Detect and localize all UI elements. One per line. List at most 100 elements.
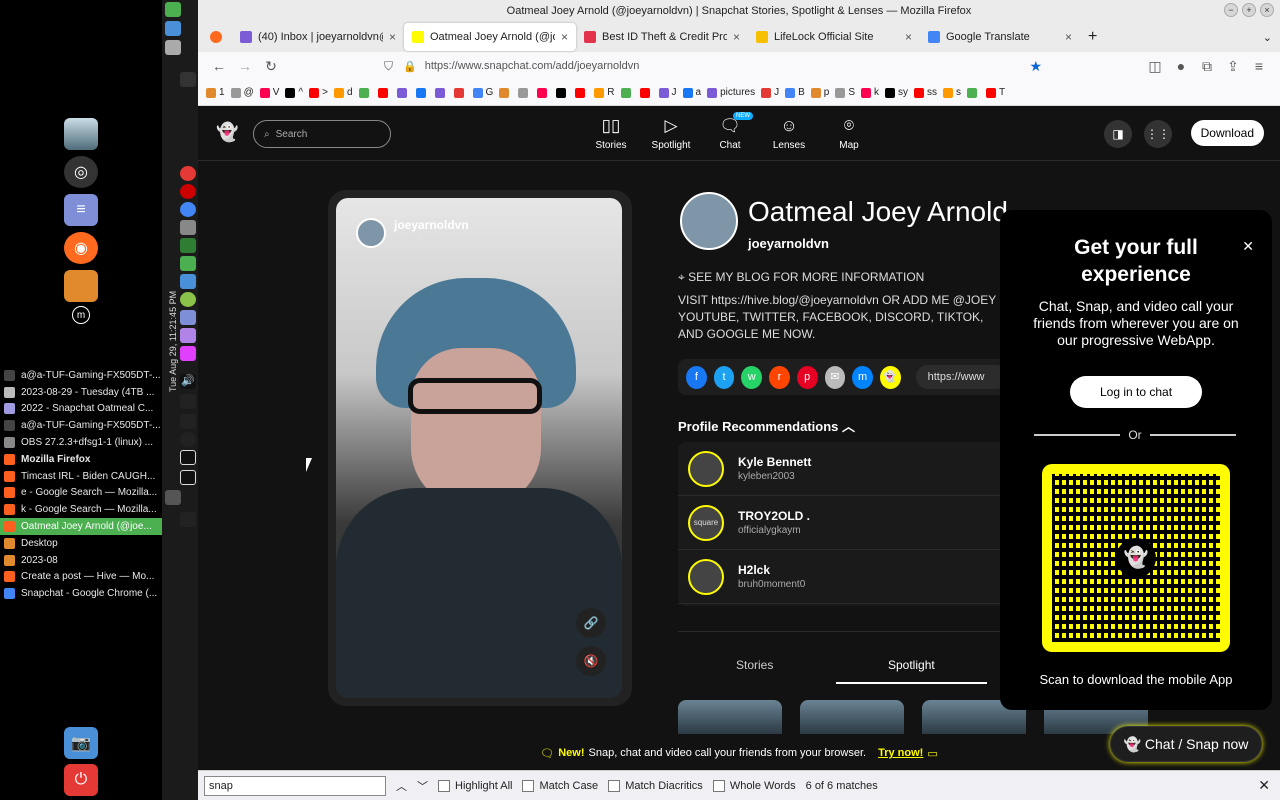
forward-icon[interactable]: → — [232, 58, 258, 74]
tray-icon[interactable] — [180, 292, 196, 307]
bookmark-item[interactable]: k — [861, 87, 879, 98]
camera-icon[interactable]: 📷 — [64, 727, 98, 759]
task-item[interactable]: Timcast IRL - Biden CAUGH... — [0, 468, 162, 485]
extensions-icon[interactable]: ⧉ — [1194, 58, 1220, 75]
bookmark-item[interactable]: V — [259, 87, 279, 98]
bookmark-item[interactable] — [499, 87, 512, 98]
bookmark-item[interactable] — [396, 87, 410, 98]
task-item[interactable]: e - Google Search — Mozilla... — [0, 485, 162, 502]
bookmark-item[interactable]: d — [333, 87, 353, 98]
chrome-icon[interactable] — [180, 202, 196, 217]
tab[interactable]: LifeLock Official Site × — [748, 23, 920, 51]
task-item[interactable]: Create a post — Hive — Mo... — [0, 569, 162, 586]
tab-spotlight[interactable]: Spotlight — [836, 658, 987, 684]
tab[interactable]: (40) Inbox | joeyarnoldvn@g × — [232, 23, 404, 51]
avatar[interactable] — [356, 218, 386, 248]
bookmark-item[interactable]: > — [309, 87, 328, 98]
email-icon[interactable]: ✉ — [824, 365, 846, 389]
close-tab-icon[interactable]: × — [899, 30, 912, 44]
recommendation-item[interactable]: square TROY2OLD . officialygkaym — [678, 496, 1008, 550]
bookmark-item[interactable]: @ — [230, 87, 254, 98]
download-button[interactable]: Download — [1190, 120, 1264, 146]
chat-snap-now-button[interactable]: 👻 Chat / Snap now — [1110, 726, 1262, 762]
nvidia-icon[interactable] — [180, 414, 196, 429]
download-icon[interactable] — [180, 274, 196, 289]
task-item[interactable]: 2022 - Snapchat Oatmeal C... — [0, 401, 162, 418]
bookmark-item[interactable]: R — [594, 87, 615, 98]
search-input[interactable]: ⌕ Search — [253, 120, 391, 148]
bookmark-item[interactable] — [358, 87, 372, 98]
window-icon[interactable] — [165, 21, 181, 36]
reddit-icon[interactable]: r — [769, 365, 790, 389]
bookmark-item[interactable] — [415, 87, 429, 98]
bookmark-item[interactable]: 1 — [206, 87, 225, 98]
back-icon[interactable]: ← — [206, 58, 232, 74]
nav-chat[interactable]: 🗨 Chat NEW — [705, 112, 755, 151]
firefox-view-tab[interactable] — [202, 23, 232, 51]
twitter-icon[interactable]: t — [713, 365, 735, 389]
spotlight-thumbnail[interactable] — [678, 700, 782, 734]
match-diacritics-checkbox[interactable]: Match Diacritics — [608, 779, 703, 792]
task-item[interactable]: 2023-08 — [0, 552, 162, 569]
close-tab-icon[interactable]: × — [727, 30, 740, 44]
clipboard-icon[interactable] — [180, 450, 196, 465]
bookmark-item[interactable] — [377, 87, 391, 98]
app-icon[interactable] — [165, 40, 181, 55]
tray-app-icon[interactable] — [180, 166, 196, 181]
battery-icon[interactable] — [180, 470, 196, 485]
close-icon[interactable]: × — [1260, 3, 1274, 17]
task-item[interactable]: a@a-TUF-Gaming-FX505DT-... — [0, 417, 162, 434]
highlight-all-checkbox[interactable]: Highlight All — [438, 779, 512, 792]
snapchat-icon[interactable]: 👻 — [879, 365, 901, 389]
tray-icon[interactable] — [180, 256, 196, 271]
close-tab-icon[interactable]: × — [555, 30, 568, 44]
try-now-link[interactable]: Try now! — [878, 747, 923, 759]
share-icon[interactable]: ⇪ — [1220, 58, 1246, 75]
mute-icon[interactable]: 🔇 — [576, 646, 606, 676]
bookmark-item[interactable]: p — [810, 87, 829, 98]
bookmark-item[interactable]: ^ — [285, 87, 303, 98]
bookmark-item[interactable]: s — [943, 87, 961, 98]
bookmark-item[interactable] — [434, 87, 448, 98]
tab[interactable]: Oatmeal Joey Arnold (@joe × — [404, 23, 576, 51]
shield-icon[interactable]: ⛉ — [384, 59, 393, 74]
nav-spotlight[interactable]: ▷ Spotlight — [646, 116, 696, 151]
task-item[interactable]: Mozilla Firefox — [0, 451, 162, 468]
close-icon[interactable]: ✕ — [1258, 777, 1270, 794]
sidebar-toggle-icon[interactable]: ◨ — [1104, 120, 1132, 148]
whatsapp-icon[interactable]: w — [741, 365, 763, 389]
firefox-icon[interactable]: ◉ — [64, 232, 98, 264]
close-icon[interactable]: ✕ — [1242, 238, 1254, 255]
recommendation-item[interactable]: H2lck bruh0moment0 — [678, 550, 1008, 604]
match-case-checkbox[interactable]: Match Case — [522, 779, 598, 792]
bookmark-item[interactable] — [639, 87, 653, 98]
login-button[interactable]: Log in to chat — [1070, 376, 1202, 408]
tab[interactable]: Best ID Theft & Credit Prote × — [576, 23, 748, 51]
share-url[interactable]: https://www — [915, 365, 1009, 389]
bookmark-item[interactable] — [967, 87, 980, 98]
find-previous-icon[interactable]: ︿ — [396, 778, 407, 794]
tab-list-icon[interactable]: ⌄ — [1255, 23, 1280, 51]
nav-stories[interactable]: ▯▯ Stories — [586, 116, 636, 151]
bookmark-item[interactable] — [518, 87, 531, 98]
tab[interactable]: Google Translate × — [920, 23, 1080, 51]
bookmark-item[interactable] — [620, 87, 634, 98]
bookmark-item[interactable]: J — [658, 87, 677, 98]
task-item[interactable]: Snapchat - Google Chrome (... — [0, 585, 162, 602]
snapchat-ghost-icon[interactable]: 👻 — [216, 122, 238, 143]
tray-icon[interactable] — [180, 310, 196, 325]
bookmark-item[interactable]: sy — [885, 87, 908, 98]
monitor-icon[interactable] — [180, 238, 196, 253]
task-item[interactable]: a@a-TUF-Gaming-FX505DT-... — [0, 367, 162, 384]
obs-tray-icon[interactable] — [180, 432, 196, 447]
story-card[interactable]: joeyarnoldvn Jul 17, 2022 🔗 🔇 — [328, 190, 632, 706]
bookmark-item[interactable] — [537, 87, 550, 98]
shield-icon[interactable] — [180, 394, 196, 409]
power-icon[interactable]: ⏻ — [64, 764, 98, 796]
nav-map[interactable]: ⌾ Map — [824, 116, 874, 151]
link-icon[interactable]: 🔗 — [576, 608, 606, 638]
bookmark-item[interactable]: J — [761, 87, 779, 98]
recommendations-heading[interactable]: Profile Recommendations ︿ — [678, 416, 855, 435]
folder-icon[interactable] — [64, 270, 98, 302]
task-item[interactable]: Oatmeal Joey Arnold (@joe... — [0, 518, 162, 535]
